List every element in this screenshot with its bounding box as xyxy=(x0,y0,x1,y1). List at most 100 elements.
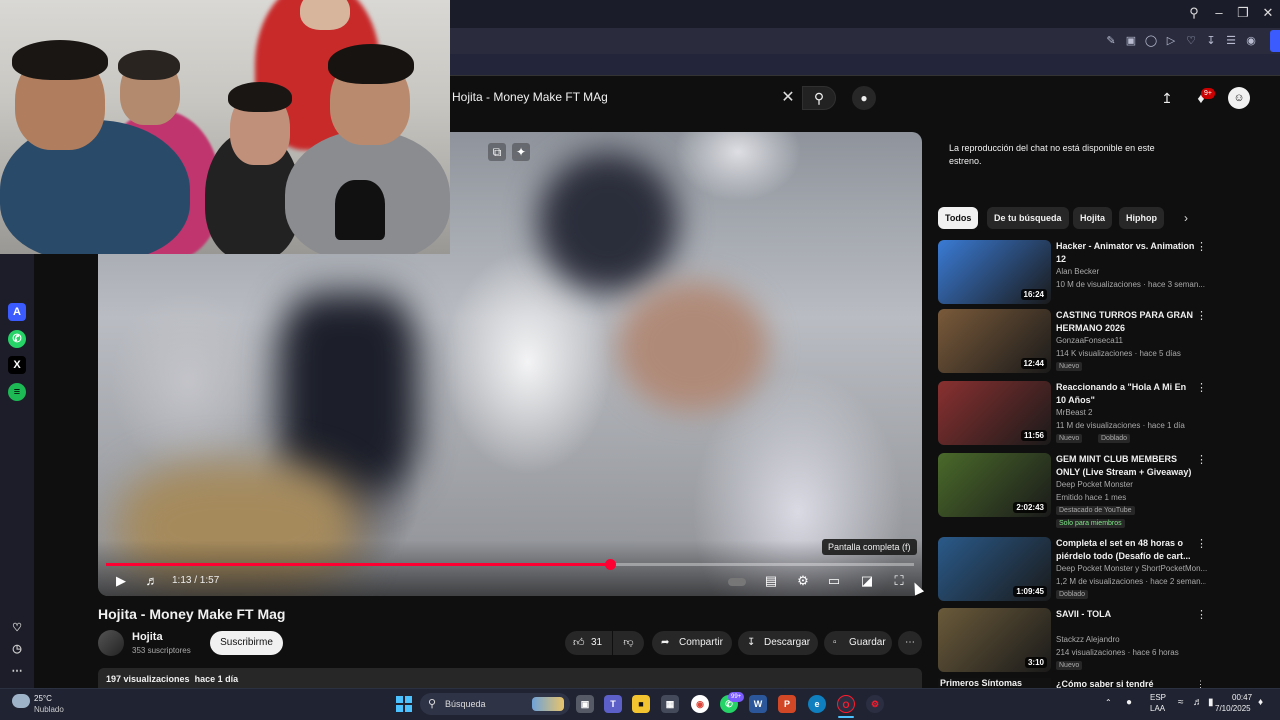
like-button[interactable]: 👍︎ 31 xyxy=(565,631,612,655)
avatar[interactable]: ☺ xyxy=(1228,87,1250,109)
chevron-right-icon[interactable]: › xyxy=(1184,211,1188,225)
save-button[interactable]: ▫ Guardar xyxy=(824,631,892,655)
store-icon[interactable]: ▦ xyxy=(661,695,679,713)
file-explorer-icon[interactable]: ■ xyxy=(632,695,650,713)
autoplay-toggle[interactable] xyxy=(727,572,747,590)
rec-channel[interactable]: Deep Pocket Monster y ShortPocketMon... xyxy=(1056,564,1207,573)
opera-gx-icon[interactable]: ⚙ xyxy=(866,695,884,713)
download-icon[interactable]: ↧ xyxy=(1204,34,1218,48)
play-icon[interactable]: ▷ xyxy=(1164,34,1178,48)
clock-date[interactable]: 7/10/2025 xyxy=(1215,704,1251,713)
more-icon[interactable]: ⋯ xyxy=(8,662,26,680)
taskbar-search[interactable]: ⚲ Búsqueda xyxy=(420,693,570,715)
video-thumbnail[interactable]: 11:56 xyxy=(938,381,1051,445)
sparkle-icon[interactable]: ✦ xyxy=(512,143,530,161)
battery-icon[interactable]: ▮ xyxy=(1208,697,1214,708)
video-thumbnail[interactable]: 12:44 xyxy=(938,309,1051,373)
video-thumbnail[interactable]: 2:02:43 xyxy=(938,453,1051,517)
weather-temp[interactable]: 25°C xyxy=(34,694,52,703)
filter-chip[interactable]: Todos xyxy=(938,207,979,229)
rec-title[interactable]: Reaccionando a "Hola A Mi En 10 Años" xyxy=(1056,381,1196,407)
subtitles-icon[interactable]: ▤ xyxy=(762,572,780,590)
minimize-icon[interactable]: – xyxy=(1209,4,1229,22)
more-actions-button[interactable]: ⋯ xyxy=(898,631,922,655)
more-vert-icon[interactable]: ⋮ xyxy=(1196,453,1207,466)
search-icon[interactable]: ⚲ xyxy=(1184,4,1204,22)
notification-bell-icon[interactable]: ♦ xyxy=(1258,697,1263,708)
cast-icon[interactable]: ◪ xyxy=(858,572,876,590)
upload-icon[interactable]: ↥ xyxy=(1158,89,1176,107)
recommendation-item[interactable]: 16:24 Hacker - Animator vs. Animation 12 A… xyxy=(938,240,1208,306)
rec-title[interactable]: SAVII - TOLA xyxy=(1056,608,1196,621)
copy-icon[interactable]: ⧉ xyxy=(488,143,506,161)
microphone-icon[interactable]: ● xyxy=(852,86,876,110)
rec-channel[interactable]: Alan Becker xyxy=(1056,267,1099,276)
edit-icon[interactable]: ✎ xyxy=(1104,34,1118,48)
heart-icon[interactable]: ♡ xyxy=(8,619,26,637)
profile-icon[interactable]: ◉ xyxy=(1244,34,1258,48)
volume-icon[interactable]: ♬ xyxy=(1193,697,1203,708)
microphone-icon[interactable]: ● xyxy=(1126,697,1132,708)
word-icon[interactable]: W xyxy=(749,695,767,713)
theater-mode-icon[interactable]: ▭ xyxy=(825,572,843,590)
more-vert-icon[interactable]: ⋮ xyxy=(1196,381,1207,394)
task-view-icon[interactable]: ▣ xyxy=(576,695,594,713)
sidebar-toggle[interactable] xyxy=(1270,30,1280,52)
video-thumbnail[interactable]: 3:10 xyxy=(938,608,1051,672)
search-button[interactable]: ⚲ xyxy=(802,86,836,110)
chrome-icon[interactable]: ◉ xyxy=(691,695,709,713)
powerpoint-icon[interactable]: P xyxy=(778,695,796,713)
more-vert-icon[interactable]: ⋮ xyxy=(1196,309,1207,322)
more-vert-icon[interactable]: ⋮ xyxy=(1196,537,1207,550)
aria-icon[interactable]: A xyxy=(8,303,26,321)
wifi-icon[interactable]: ≈ xyxy=(1178,697,1184,708)
rec-channel[interactable]: MrBeast 2 xyxy=(1056,408,1092,417)
volume-icon[interactable]: ♬ xyxy=(143,572,161,590)
whatsapp-icon[interactable]: ✆ xyxy=(8,330,26,348)
filter-chip[interactable]: Hojita xyxy=(1073,207,1113,229)
recommendation-item[interactable]: 3:10 SAVII - TOLA Stackzz Alejandro 214 vis… xyxy=(938,608,1208,674)
more-vert-icon[interactable]: ⋮ xyxy=(1196,608,1207,621)
channel-avatar[interactable] xyxy=(98,630,124,656)
shield-icon[interactable]: ◯ xyxy=(1144,34,1158,48)
spotify-icon[interactable]: ≡ xyxy=(8,383,26,401)
restore-icon[interactable]: ❐ xyxy=(1233,4,1253,22)
fullscreen-icon[interactable]: ⛶ xyxy=(890,572,908,590)
rec-title[interactable]: CASTING TURROS PARA GRAN HERMANO 2026 xyxy=(1056,309,1196,335)
history-icon[interactable]: ◷ xyxy=(8,640,26,658)
clock-time[interactable]: 00:47 xyxy=(1232,693,1252,702)
x-icon[interactable]: X xyxy=(8,356,26,374)
heart-icon[interactable]: ♡ xyxy=(1184,34,1198,48)
recommendation-item[interactable]: 2:02:43 GEM MINT CLUB MEMBERS ONLY (Live … xyxy=(938,453,1208,528)
rec-channel[interactable]: GonzaaFonseca11 xyxy=(1056,336,1123,345)
edge-icon[interactable]: e xyxy=(808,695,826,713)
rec-channel[interactable]: Deep Pocket Monster xyxy=(1056,480,1133,489)
filter-chip[interactable]: Hiphop xyxy=(1119,207,1164,229)
subscribe-button[interactable]: Suscribirme xyxy=(210,631,283,655)
camera-icon[interactable]: ▣ xyxy=(1124,34,1138,48)
rec-title[interactable]: GEM MINT CLUB MEMBERS ONLY (Live Stream … xyxy=(1056,453,1196,479)
windows-start-icon[interactable] xyxy=(396,696,412,712)
settings-gear-icon[interactable]: ⚙ xyxy=(794,572,812,590)
teams-icon[interactable]: T xyxy=(604,695,622,713)
recommendation-item[interactable]: 1:09:45 Completa el set en 48 horas o pié… xyxy=(938,537,1208,603)
opera-icon[interactable]: O xyxy=(837,695,855,713)
rec-channel[interactable]: Stackzz Alejandro xyxy=(1056,635,1120,644)
video-thumbnail[interactable]: 16:24 xyxy=(938,240,1051,304)
more-vert-icon[interactable]: ⋮ xyxy=(1196,240,1207,253)
channel-name[interactable]: Hojita xyxy=(132,631,163,643)
video-thumbnail[interactable]: 1:09:45 xyxy=(938,537,1051,601)
language-variant[interactable]: LAA xyxy=(1150,704,1165,713)
search-input-value[interactable]: Hojita - Money Make FT MAg xyxy=(452,90,608,104)
rec-peek-left[interactable]: Primeros Síntomas xyxy=(938,678,1051,688)
play-icon[interactable]: ▶ xyxy=(112,572,130,590)
close-icon[interactable]: ✕ xyxy=(1258,4,1278,22)
dislike-button[interactable]: 👎︎ xyxy=(613,631,644,655)
clear-search-icon[interactable]: ✕ xyxy=(779,89,797,107)
language-indicator[interactable]: ESP xyxy=(1150,693,1166,702)
rec-title[interactable]: Completa el set en 48 horas o piérdelo t… xyxy=(1056,537,1196,563)
share-button[interactable]: ➦ Compartir xyxy=(652,631,732,655)
rec-title[interactable]: Hacker - Animator vs. Animation 12 xyxy=(1056,240,1196,266)
chevron-up-icon[interactable]: ⌃ xyxy=(1105,698,1112,707)
menu-icon[interactable]: ☰ xyxy=(1224,34,1238,48)
